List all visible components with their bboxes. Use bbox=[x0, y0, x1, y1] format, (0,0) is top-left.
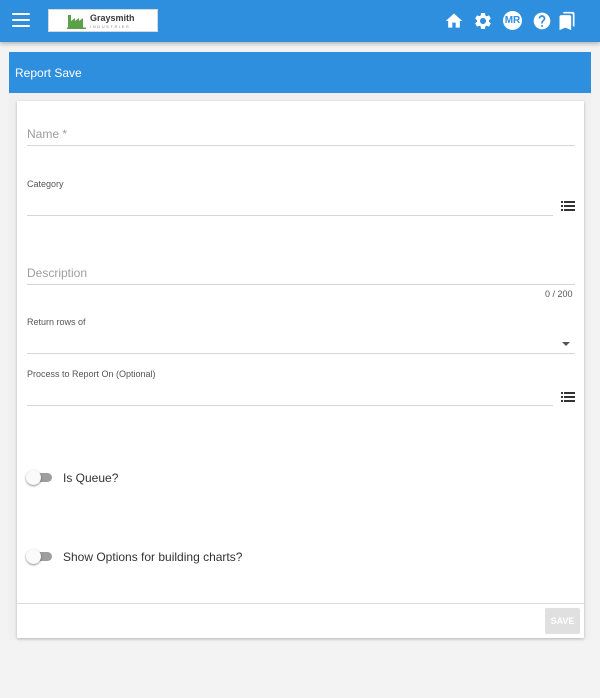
category-field: Category bbox=[27, 179, 575, 217]
description-char-counter: 0 / 200 bbox=[545, 289, 573, 299]
bookmark-icon[interactable] bbox=[557, 11, 577, 31]
category-input[interactable] bbox=[27, 193, 552, 213]
help-icon[interactable] bbox=[532, 11, 552, 31]
show-chart-options-toggle-knob bbox=[26, 549, 41, 564]
name-field: Name * bbox=[27, 121, 575, 147]
return-rows-select-value[interactable] bbox=[27, 333, 557, 351]
report-save-panel: Report Save Name * Category Description … bbox=[9, 52, 591, 640]
report-form-card: Name * Category Description 0 / 200 Retu… bbox=[17, 101, 584, 638]
save-button[interactable]: SAVE bbox=[545, 608, 580, 634]
description-underline bbox=[27, 284, 575, 285]
description-field: Description 0 / 200 bbox=[27, 260, 575, 302]
is-queue-label: Is Queue? bbox=[63, 471, 119, 485]
show-chart-options-toggle[interactable] bbox=[26, 549, 54, 565]
process-input[interactable] bbox=[27, 384, 552, 404]
name-underline bbox=[27, 145, 575, 146]
logo-tagline: INDUSTRIES bbox=[90, 24, 131, 29]
gear-icon[interactable] bbox=[473, 11, 493, 31]
category-label: Category bbox=[27, 179, 64, 189]
is-queue-toggle[interactable] bbox=[26, 470, 54, 486]
card-footer-divider bbox=[17, 603, 584, 604]
category-list-icon[interactable] bbox=[561, 201, 575, 212]
user-avatar[interactable]: MR bbox=[503, 11, 522, 30]
show-chart-options-label: Show Options for building charts? bbox=[63, 550, 243, 564]
panel-title: Report Save bbox=[15, 66, 82, 80]
process-label: Process to Report On (Optional) bbox=[27, 369, 156, 379]
is-queue-toggle-knob bbox=[26, 470, 41, 485]
factory-logo-icon bbox=[67, 15, 86, 29]
name-input[interactable] bbox=[27, 123, 575, 145]
description-input[interactable] bbox=[27, 262, 575, 284]
panel-header: Report Save bbox=[9, 52, 591, 93]
chevron-down-icon[interactable] bbox=[562, 342, 570, 346]
category-underline bbox=[27, 215, 553, 216]
return-rows-label: Return rows of bbox=[27, 317, 86, 327]
return-rows-field[interactable]: Return rows of bbox=[27, 317, 575, 355]
return-rows-underline bbox=[27, 353, 575, 354]
app-toolbar: Graysmith INDUSTRIES MR bbox=[0, 0, 600, 42]
menu-icon[interactable] bbox=[12, 13, 30, 29]
process-field: Process to Report On (Optional) bbox=[27, 368, 575, 408]
company-logo[interactable]: Graysmith INDUSTRIES bbox=[48, 9, 158, 32]
process-underline bbox=[27, 405, 553, 406]
home-icon[interactable] bbox=[444, 11, 464, 31]
process-list-icon[interactable] bbox=[561, 392, 575, 403]
logo-name: Graysmith bbox=[90, 13, 135, 23]
